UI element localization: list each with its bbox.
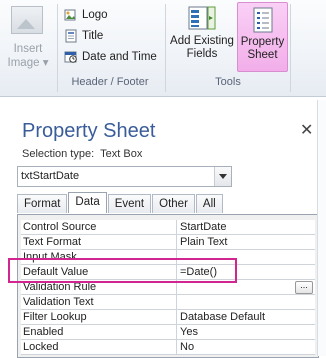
ribbon-separator: [165, 4, 166, 92]
property-row[interactable]: Filter Lookup Database Default: [21, 310, 315, 325]
title-button[interactable]: Title: [64, 27, 103, 45]
property-value[interactable]: [176, 295, 300, 309]
property-name: Text Format: [23, 236, 82, 248]
add-existing-fields-button[interactable]: Add Existing Fields: [168, 4, 236, 74]
property-grid: Control Source StartDate Text Format Pla…: [17, 214, 319, 358]
property-value[interactable]: No: [176, 340, 300, 354]
title-label: Title: [82, 30, 104, 42]
property-row[interactable]: Validation Text: [21, 295, 315, 310]
tab-format[interactable]: Format: [17, 194, 68, 213]
property-row[interactable]: Locked No: [21, 340, 315, 355]
property-row[interactable]: Enabled Yes: [21, 325, 315, 340]
default-value-highlight: [8, 258, 237, 283]
date-and-time-button[interactable]: Date and Time: [64, 48, 157, 66]
property-name: Validation Text: [23, 296, 94, 308]
add-fields-icon: [188, 6, 216, 30]
property-sheet-label-1: Property: [240, 36, 285, 48]
pane-scrollbar[interactable]: [317, 100, 326, 356]
selection-type-label: Selection type:: [22, 148, 95, 160]
property-value[interactable]: Yes: [176, 325, 300, 339]
property-name: Enabled: [23, 326, 64, 338]
builder-button[interactable]: ...: [295, 281, 313, 294]
property-name: Control Source: [23, 221, 97, 233]
property-row[interactable]: Control Source StartDate: [21, 220, 315, 235]
property-value[interactable]: Plain Text: [176, 235, 300, 249]
property-value[interactable]: StartDate: [176, 220, 300, 234]
insert-image-label-2: Image ▾: [7, 57, 49, 69]
add-fields-label-2: Fields: [186, 48, 218, 60]
header-footer-group-label: Header / Footer: [71, 76, 149, 88]
property-row[interactable]: Text Format Plain Text: [21, 235, 315, 250]
object-selector-combo[interactable]: txtStartDate: [17, 166, 232, 187]
title-icon: [65, 29, 77, 43]
logo-label: Logo: [82, 9, 108, 21]
insert-image-button[interactable]: Insert Image ▾: [2, 2, 54, 72]
tools-group-label: Tools: [215, 76, 241, 88]
add-fields-label-1: Add Existing: [170, 35, 234, 47]
property-sheet-button[interactable]: Property Sheet: [237, 2, 288, 72]
selection-type: Selection type: Text Box: [22, 148, 142, 160]
property-name: Locked: [23, 341, 59, 353]
chevron-down-icon[interactable]: [214, 167, 231, 186]
tab-data[interactable]: Data: [68, 192, 107, 213]
property-value[interactable]: Database Default: [176, 310, 300, 324]
property-sheet-icon: [253, 7, 272, 33]
tab-all[interactable]: All: [195, 194, 223, 213]
property-tabs: Format Data Event Other All: [17, 192, 224, 214]
property-sheet-label-2: Sheet: [247, 49, 278, 61]
object-selector-value: txtStartDate: [21, 170, 80, 182]
close-icon[interactable]: ✕: [300, 120, 313, 140]
calendar-clock-icon: [64, 51, 77, 63]
selection-type-value: Text Box: [100, 148, 143, 160]
date-and-time-label: Date and Time: [82, 51, 157, 63]
tab-other[interactable]: Other: [152, 194, 195, 213]
tab-event[interactable]: Event: [107, 194, 152, 213]
logo-icon: [64, 9, 76, 21]
image-icon: [11, 6, 43, 34]
ribbon-separator: [290, 4, 291, 92]
property-name: Filter Lookup: [23, 311, 87, 323]
pane-title: Property Sheet: [22, 120, 156, 142]
logo-button[interactable]: Logo: [64, 6, 108, 24]
insert-image-label-1: Insert: [13, 43, 43, 55]
